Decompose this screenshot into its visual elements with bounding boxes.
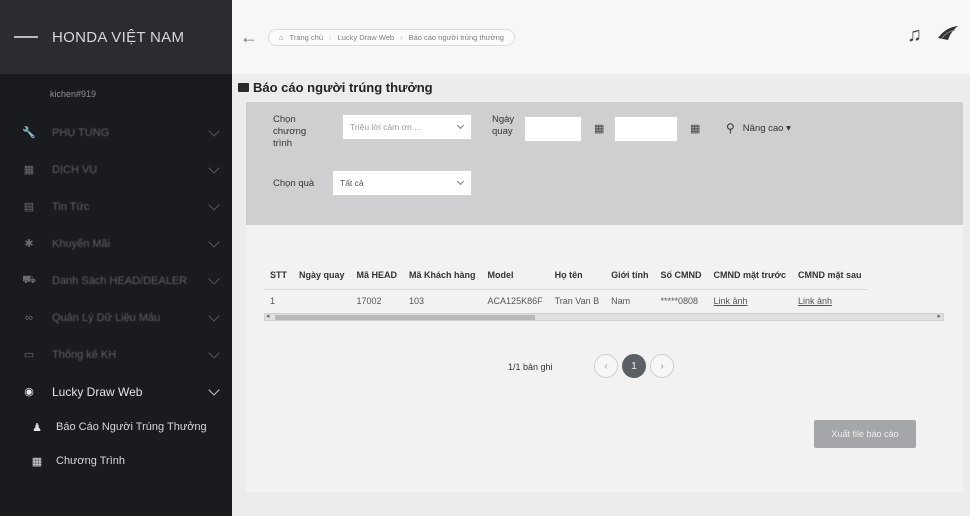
chevron-down-icon xyxy=(456,121,465,130)
user-circle-icon: ◉ xyxy=(24,386,34,398)
id-front-link[interactable]: Link ảnh xyxy=(714,296,748,306)
date-label: Ngày quay xyxy=(492,114,515,137)
back-arrow-icon[interactable]: ← xyxy=(240,27,258,48)
bell-icon[interactable]: ♫ xyxy=(907,24,922,47)
table-cell: 17002 xyxy=(350,289,404,314)
column-header[interactable]: Ngày quay xyxy=(293,262,351,290)
column-header[interactable]: Mã HEAD xyxy=(351,262,404,290)
program-label: Chọn chương trình xyxy=(273,114,307,149)
horizontal-scrollbar[interactable]: ◂ ▸ xyxy=(264,313,944,321)
chevron-down-icon xyxy=(208,272,220,285)
export-report-button[interactable]: Xuất file báo cáo xyxy=(814,420,916,448)
table-cell: 1 xyxy=(264,289,293,314)
program-select[interactable]: Triệu lời cảm ơn ... xyxy=(342,114,472,140)
column-header[interactable]: Model xyxy=(482,262,549,290)
sidebar-subitem-bao-cao[interactable]: ♟ Báo Cáo Người Trúng Thưởng xyxy=(0,410,232,444)
sidebar-item-danh-sach-head[interactable]: ⛟ Danh Sách HEAD/DEALER xyxy=(0,262,232,299)
brand-bar: HONDA VIỆT NAM xyxy=(0,0,232,74)
top-header: ← ⌂ Trang chủ › Lucky Draw Web › Báo cáo… xyxy=(232,0,970,74)
column-header[interactable]: CMND mặt sau xyxy=(792,262,868,290)
chevron-down-icon xyxy=(208,235,220,248)
page-title: Báo cáo người trúng thưởng xyxy=(238,80,433,95)
next-page-button[interactable]: › xyxy=(650,354,674,378)
news-icon: ▤ xyxy=(23,201,35,213)
honda-wing-icon[interactable] xyxy=(936,22,960,46)
building-icon: ▦ xyxy=(23,164,35,176)
chevron-down-icon xyxy=(208,161,220,174)
app-title: HONDA VIỆT NAM xyxy=(52,28,185,46)
chevron-down-icon xyxy=(208,198,220,211)
calendar-icon[interactable]: ▦ xyxy=(690,122,700,135)
table-row: 1 17002 103 ACA125K86F Tran Van B Nam **… xyxy=(264,289,868,314)
prev-page-button[interactable]: ‹ xyxy=(594,354,618,378)
chevron-down-icon xyxy=(208,124,220,137)
column-header[interactable]: STT xyxy=(264,262,293,290)
menu-toggle-icon[interactable] xyxy=(14,36,38,38)
breadcrumb-home[interactable]: Trang chủ xyxy=(290,33,324,42)
chevron-down-icon xyxy=(208,309,220,322)
chevron-down-icon xyxy=(208,383,220,396)
chevron-down-icon xyxy=(456,177,465,186)
table-cell: Tran Van B xyxy=(548,289,606,314)
report-card: Chọn chương trình Triệu lời cảm ơn ... N… xyxy=(246,102,963,492)
username: kichen#919 xyxy=(50,89,97,99)
search-icon: ⚲ xyxy=(726,121,735,135)
scroll-right-icon[interactable]: ▸ xyxy=(937,312,941,320)
date-to-input[interactable] xyxy=(614,116,678,142)
main-content: Báo cáo người trúng thưởng Chọn chương t… xyxy=(232,74,970,516)
scroll-left-icon[interactable]: ◂ xyxy=(266,312,270,320)
table-header-row: STT Ngày quay Mã HEAD Mã Khách hàng Mode… xyxy=(264,262,867,290)
filter-panel: Chọn chương trình Triệu lời cảm ơn ... N… xyxy=(246,102,963,225)
table-cell: Link ảnh xyxy=(707,289,792,314)
link-icon: ∞ xyxy=(25,311,33,324)
sidebar-item-phu-tung[interactable]: 🔧 PHỤ TÙNG xyxy=(0,114,232,151)
table-cell: 103 xyxy=(403,289,482,314)
chart-icon: ▭ xyxy=(23,349,35,361)
breadcrumb-current: Báo cáo người trúng thưởng xyxy=(408,32,504,42)
scrollbar-thumb[interactable] xyxy=(275,315,535,320)
sidebar-item-dich-vu[interactable]: ▦ DỊCH VỤ xyxy=(0,151,232,188)
report-icon xyxy=(238,83,249,92)
chevron-down-icon xyxy=(208,346,220,359)
home-icon: ⌂ xyxy=(279,32,284,42)
table-cell xyxy=(293,289,351,314)
winners-table: STT Ngày quay Mã HEAD Mã Khách hàng Mode… xyxy=(264,262,944,314)
calendar-icon[interactable]: ▦ xyxy=(594,122,604,135)
sidebar-subitem-chuong-trinh[interactable]: ▦ Chương Trình xyxy=(0,444,232,478)
sidebar: HONDA VIỆT NAM kichen#919 🔧 PHỤ TÙNG ▦ D… xyxy=(0,0,232,516)
sidebar-item-quan-ly-du-lieu[interactable]: ∞ Quản Lý Dữ Liệu Mẫu xyxy=(0,299,232,336)
table-cell: Link ảnh xyxy=(791,289,868,314)
car-icon: ⛟ xyxy=(22,273,36,286)
gift-select[interactable]: Tất cả xyxy=(332,170,472,196)
table-cell: Nam xyxy=(605,289,655,314)
table-cell: *****0808 xyxy=(654,289,708,314)
column-header[interactable]: Họ tên xyxy=(549,262,606,290)
sidebar-item-lucky-draw[interactable]: ◉ Lucky Draw Web xyxy=(0,373,232,410)
breadcrumb-separator: › xyxy=(400,32,403,42)
column-header[interactable]: Số CMND xyxy=(655,262,708,290)
breadcrumb-lucky-draw[interactable]: Lucky Draw Web xyxy=(338,33,395,42)
breadcrumb: ⌂ Trang chủ › Lucky Draw Web › Báo cáo n… xyxy=(268,28,515,46)
id-back-link[interactable]: Link ảnh xyxy=(798,296,832,306)
date-from-input[interactable] xyxy=(524,116,582,142)
page-1-button[interactable]: 1 xyxy=(622,354,646,378)
sidebar-item-khuyen-mai[interactable]: ✱ Khuyến Mãi xyxy=(0,225,232,262)
column-header[interactable]: Mã Khách hàng xyxy=(403,262,482,290)
breadcrumb-separator: › xyxy=(329,32,332,42)
sidebar-item-tin-tuc[interactable]: ▤ Tin Tức xyxy=(0,188,232,225)
table-cell: ACA125K86F xyxy=(481,289,549,314)
sidebar-item-thong-ke[interactable]: ▭ Thống kê KH xyxy=(0,336,232,373)
gift-label: Chọn quà xyxy=(273,178,315,189)
record-count: 1/1 bản ghi xyxy=(508,362,553,372)
star-icon: ✱ xyxy=(24,238,34,250)
column-header[interactable]: Giới tính xyxy=(605,262,654,290)
wrench-icon: 🔧 xyxy=(22,127,36,139)
column-header[interactable]: CMND mặt trước xyxy=(708,262,792,290)
sidebar-menu: 🔧 PHỤ TÙNG ▦ DỊCH VỤ ▤ Tin Tức ✱ Khuyến … xyxy=(0,114,232,478)
grid-icon: ▦ xyxy=(31,455,43,468)
advanced-search[interactable]: ⚲ Nâng cao ▾ xyxy=(726,121,791,135)
user-icon: ♟ xyxy=(32,421,42,434)
